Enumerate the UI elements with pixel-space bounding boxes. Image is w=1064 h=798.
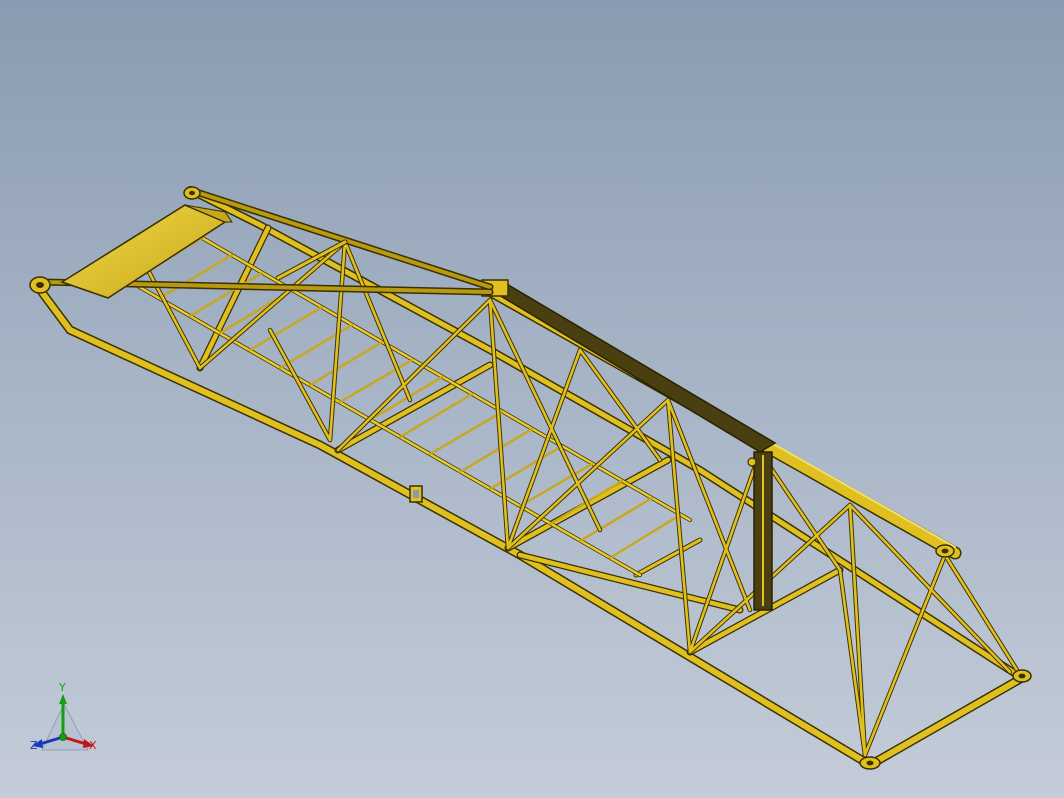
axis-y-label: Y xyxy=(59,681,66,694)
lacing-diagonals xyxy=(137,239,1025,758)
walkway-ladder xyxy=(108,226,692,577)
truss-boom-model[interactable] xyxy=(0,0,1064,798)
view-orientation-triad: Y X Z xyxy=(22,682,112,762)
axis-z-label: Z xyxy=(30,739,38,752)
pin-lugs xyxy=(29,186,1032,770)
graphics-viewport[interactable]: Y X Z xyxy=(0,0,1064,798)
bottom-chords xyxy=(33,186,1027,770)
axis-x-label: X xyxy=(89,739,97,752)
